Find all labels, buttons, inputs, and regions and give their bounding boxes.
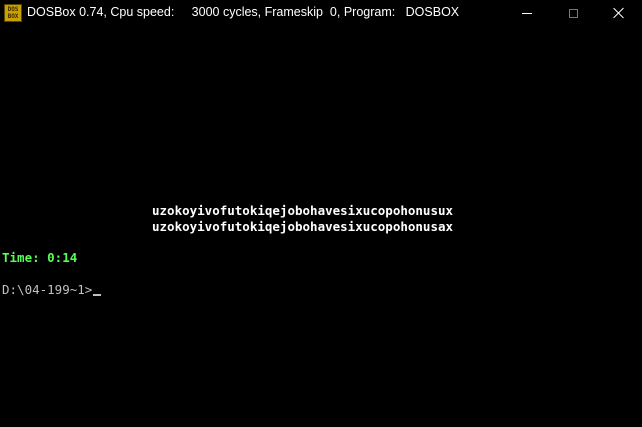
window-title: DOSBox 0.74, Cpu speed: 3000 cycles, Fra… [27, 5, 460, 19]
app-icon-text-top: DOS [7, 6, 19, 13]
typing-target-line: uzokoyivofutokiqejobohavesixucopohonusux [152, 203, 454, 218]
dos-console[interactable]: uzokoyivofutokiqejobohavesixucopohonusux… [0, 26, 642, 427]
prompt-text: D:\04-199~1> [2, 282, 93, 297]
minimize-icon [522, 12, 532, 14]
dosbox-window: DOS BOX DOSBox 0.74, Cpu speed: 3000 cyc… [0, 0, 642, 427]
maximize-icon [568, 8, 578, 18]
maximize-button[interactable] [550, 0, 596, 26]
minimize-button[interactable] [504, 0, 550, 26]
close-button[interactable] [596, 0, 642, 26]
command-prompt[interactable]: D:\04-199~1> [2, 282, 102, 297]
dosbox-app-icon[interactable]: DOS BOX [4, 4, 22, 22]
text-cursor [93, 294, 102, 296]
timer-text: Time: 0:14 [2, 250, 78, 265]
typing-input-line: uzokoyivofutokiqejobohavesixucopohonusax [152, 219, 454, 234]
app-icon-text-bottom: BOX [7, 13, 19, 20]
close-icon [613, 7, 625, 19]
title-bar[interactable]: DOS BOX DOSBox 0.74, Cpu speed: 3000 cyc… [0, 0, 642, 26]
